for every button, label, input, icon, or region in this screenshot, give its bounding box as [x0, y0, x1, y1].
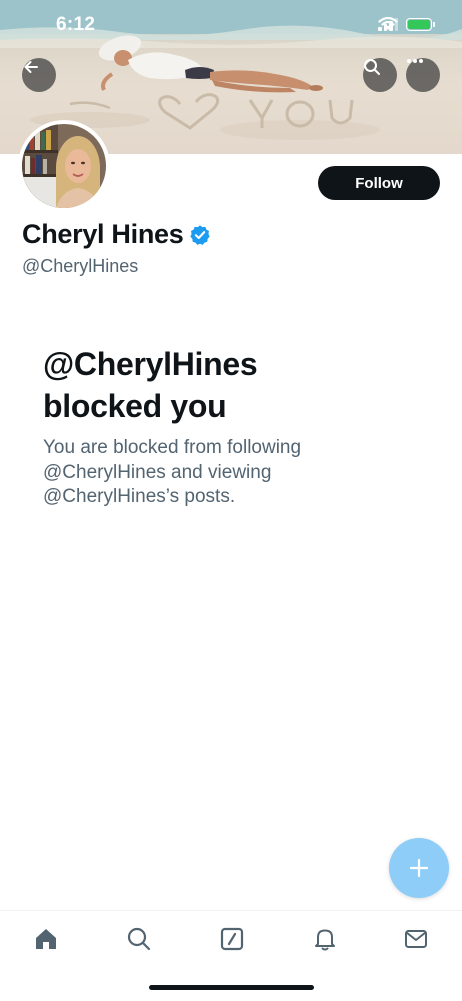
- profile-name-row: Cheryl Hines: [22, 219, 211, 250]
- battery-icon: [406, 17, 435, 31]
- tab-home[interactable]: [32, 925, 60, 953]
- notifications-icon: [315, 929, 335, 951]
- blocked-title: @CherylHines blocked you: [43, 343, 403, 427]
- search-button[interactable]: [363, 58, 397, 92]
- plus-icon: [409, 858, 429, 878]
- home-indicator[interactable]: [149, 985, 314, 990]
- back-button[interactable]: [22, 58, 56, 92]
- profile-avatar[interactable]: [18, 120, 110, 212]
- status-time: 6:12: [56, 14, 96, 35]
- follow-button[interactable]: Follow: [318, 166, 440, 200]
- search-icon: [127, 927, 151, 951]
- more-button[interactable]: [406, 58, 440, 92]
- tab-grok[interactable]: [218, 925, 246, 953]
- tab-notifications[interactable]: [311, 925, 339, 953]
- home-icon: [36, 929, 56, 949]
- display-name: Cheryl Hines: [22, 219, 184, 249]
- verified-badge-icon[interactable]: [189, 224, 211, 246]
- messages-icon: [405, 930, 427, 948]
- wifi-icon: [378, 17, 398, 30]
- more-horizontal-icon: [407, 59, 423, 63]
- tab-messages[interactable]: [402, 925, 430, 953]
- blocked-title-line: @CherylHines: [43, 346, 258, 382]
- blocked-description: You are blocked from following @CherylHi…: [43, 436, 363, 510]
- avatar-image: [22, 124, 106, 208]
- status-icons: [378, 17, 435, 31]
- blocked-description-line: You are blocked from following: [43, 437, 302, 458]
- grok-icon: [220, 927, 244, 951]
- arrow-left-icon: [24, 61, 38, 73]
- blocked-description-line: @CherylHines and viewing: [43, 461, 272, 483]
- profile-handle: @CherylHines: [22, 256, 139, 276]
- search-icon: [364, 59, 380, 75]
- blocked-title-line: blocked you: [43, 388, 227, 424]
- blocked-description-line: @CherylHines’s posts.: [43, 486, 236, 507]
- tab-search[interactable]: [125, 925, 153, 953]
- compose-fab[interactable]: [389, 838, 449, 898]
